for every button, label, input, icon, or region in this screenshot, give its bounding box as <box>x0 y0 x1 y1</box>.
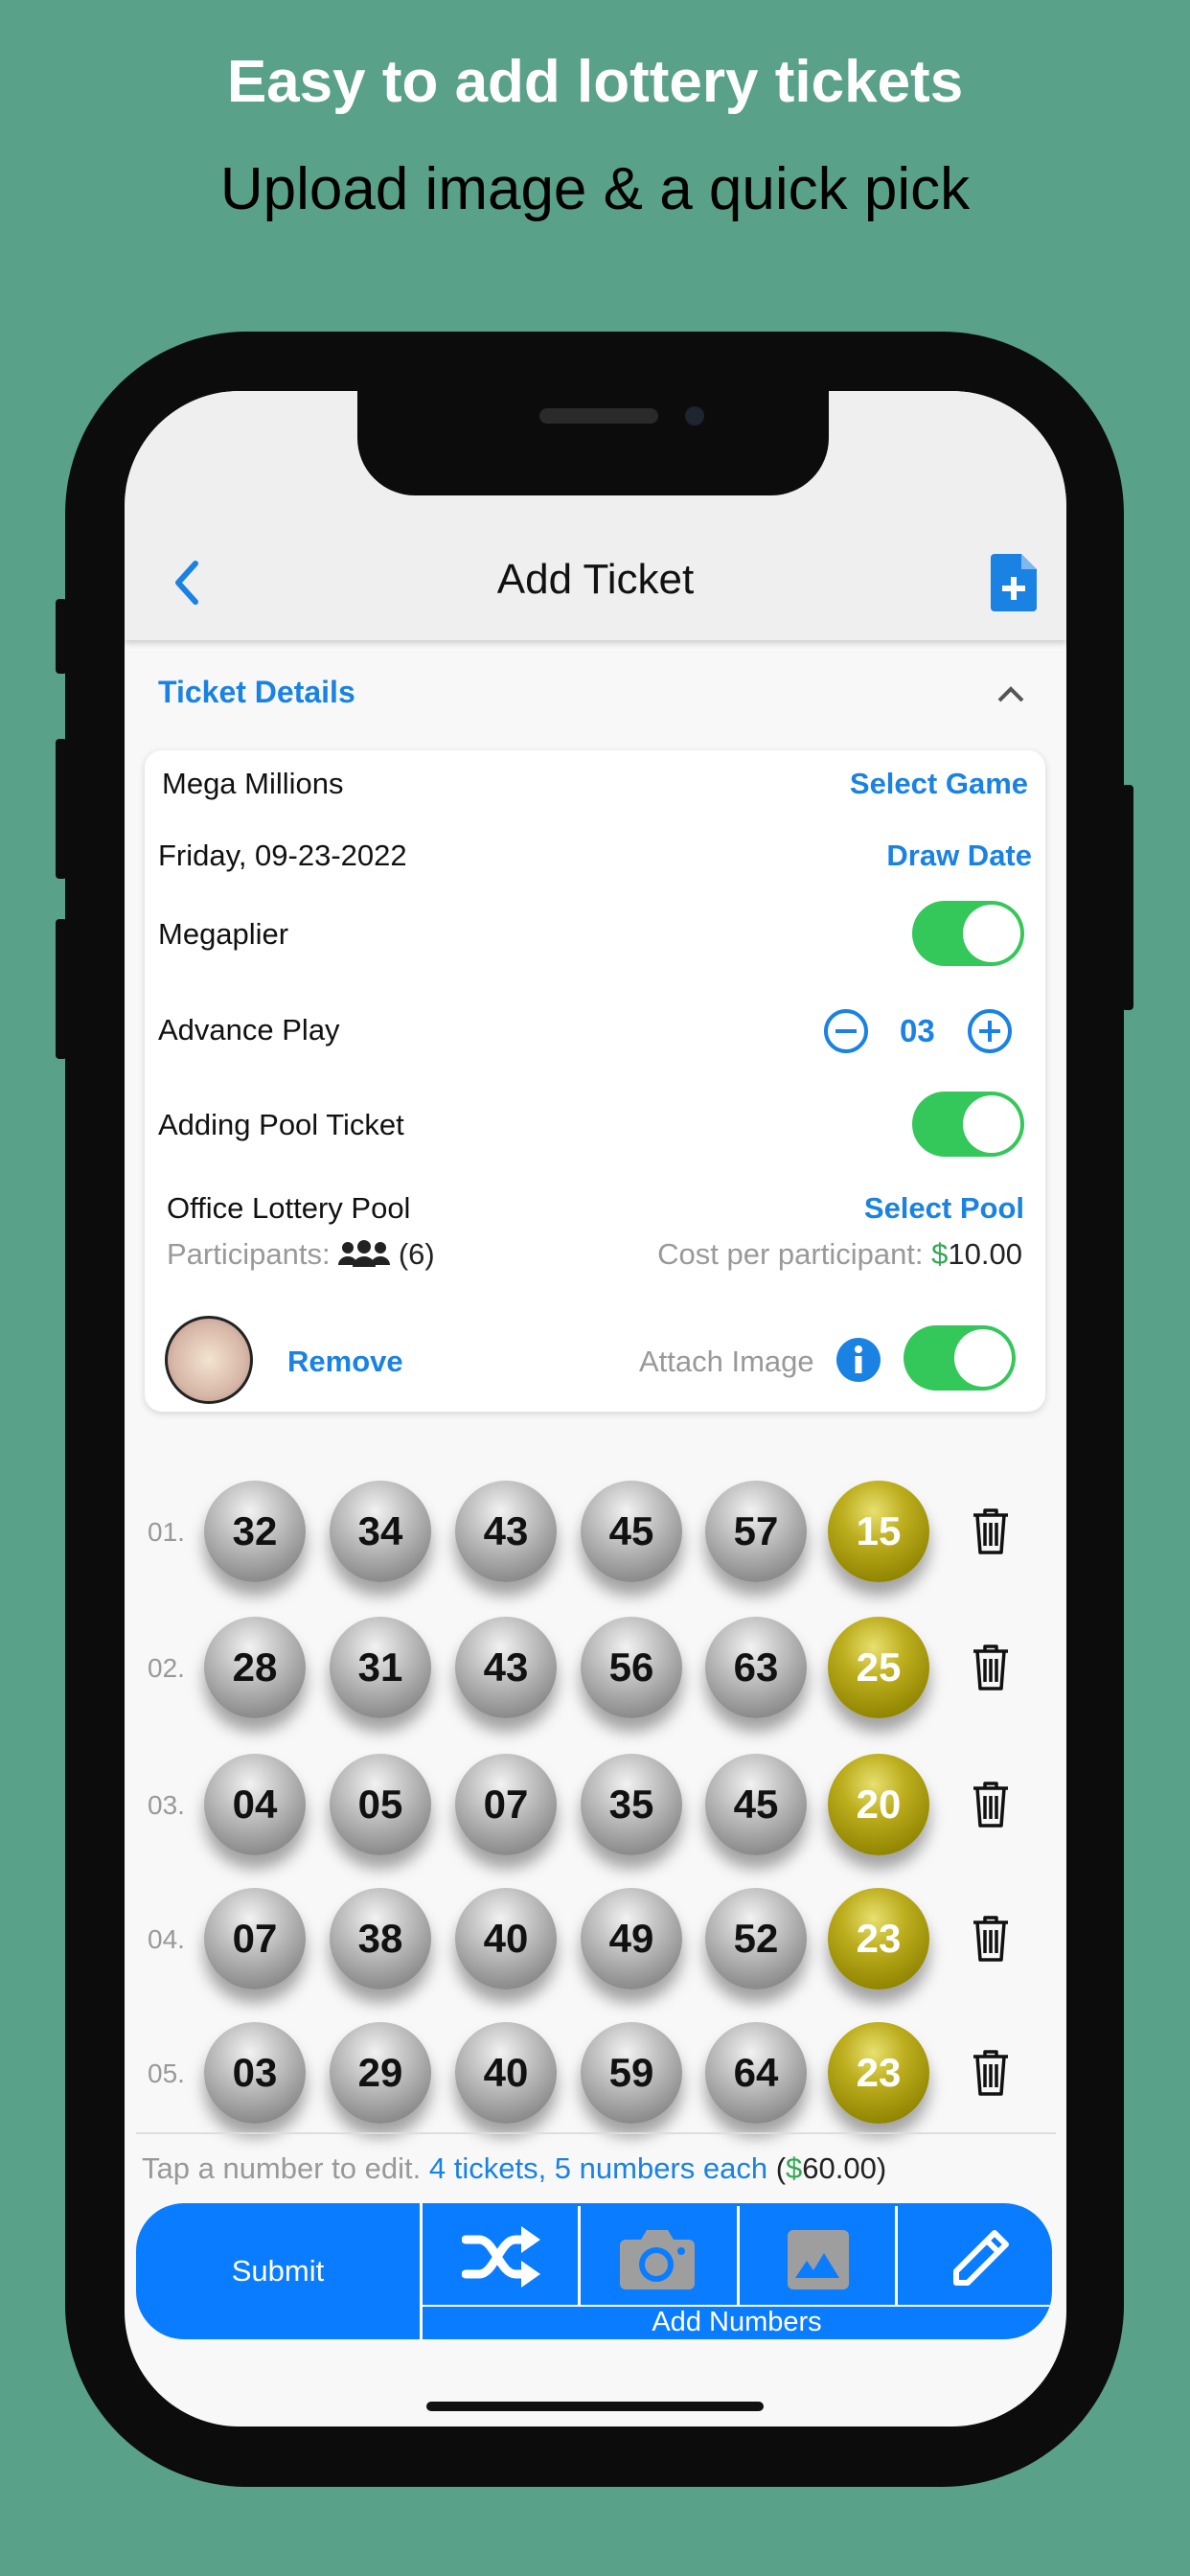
remove-image-button[interactable]: Remove <box>287 1345 403 1379</box>
number-ball[interactable]: 31 <box>330 1617 431 1718</box>
number-ball[interactable]: 32 <box>204 1481 306 1582</box>
number-ball[interactable]: 45 <box>705 1754 807 1855</box>
phone-notch <box>357 391 829 495</box>
number-ball[interactable]: 56 <box>581 1617 682 1718</box>
number-ball[interactable]: 40 <box>455 2022 557 2124</box>
draw-date-button[interactable]: Draw Date <box>886 839 1032 873</box>
number-ball[interactable]: 64 <box>705 2022 807 2124</box>
section-title: Ticket Details <box>158 675 355 709</box>
ticket-row-number: 04. <box>148 1924 185 1954</box>
pool-name: Office Lottery Pool <box>167 1191 411 1225</box>
document-add-icon[interactable] <box>991 554 1037 611</box>
trash-icon[interactable] <box>972 1781 1010 1828</box>
camera-icon[interactable] <box>618 2228 697 2291</box>
ticket-details-card: Mega Millions Select Game Friday, 09-23-… <box>145 750 1045 1412</box>
megaplier-toggle[interactable] <box>912 901 1024 966</box>
front-camera <box>685 406 704 426</box>
participants-label: Participants: <box>167 1237 331 1271</box>
chevron-up-icon[interactable] <box>996 684 1025 703</box>
cost-row: Cost per participant: $10.00 <box>657 1237 1022 1272</box>
footer-summary: Tap a number to edit. 4 tickets, 5 numbe… <box>142 2151 886 2186</box>
draw-date-value: Friday, 09-23-2022 <box>158 839 407 872</box>
number-ball[interactable]: 57 <box>705 1481 807 1582</box>
minus-circle-icon[interactable] <box>823 1008 869 1054</box>
subheadline: Upload image & a quick pick <box>219 156 971 222</box>
divider <box>895 2206 898 2305</box>
advance-play-label: Advance Play <box>158 1013 340 1046</box>
pencil-icon[interactable] <box>949 2229 1010 2290</box>
number-ball[interactable]: 52 <box>705 1888 807 1990</box>
info-icon[interactable] <box>836 1338 881 1382</box>
divider <box>737 2206 740 2305</box>
ticket-row-number: 03. <box>148 1790 185 1820</box>
plus-circle-icon[interactable] <box>967 1008 1013 1054</box>
number-ball[interactable]: 35 <box>581 1754 682 1855</box>
number-ball[interactable]: 63 <box>705 1617 807 1718</box>
trash-icon[interactable] <box>972 1507 1010 1555</box>
pool-ticket-label: Adding Pool Ticket <box>158 1108 404 1141</box>
action-bar: Submit Add Numbers <box>136 2203 1052 2339</box>
mega-ball[interactable]: 23 <box>828 2022 929 2124</box>
trash-icon[interactable] <box>972 1644 1010 1691</box>
number-ball[interactable]: 40 <box>455 1888 557 1990</box>
number-ball[interactable]: 43 <box>455 1617 557 1718</box>
number-ball[interactable]: 04 <box>204 1754 306 1855</box>
number-ball[interactable]: 45 <box>581 1481 682 1582</box>
number-ball[interactable]: 05 <box>330 1754 431 1855</box>
number-ball[interactable]: 07 <box>455 1754 557 1855</box>
edit-hint: Tap a number to edit. <box>142 2151 422 2185</box>
participants-count: (6) <box>398 1237 435 1271</box>
ticket-image-thumbnail[interactable] <box>165 1316 253 1404</box>
select-game-button[interactable]: Select Game <box>850 767 1028 801</box>
ticket-row-number: 01. <box>148 1517 185 1547</box>
pool-ticket-toggle[interactable] <box>912 1092 1024 1157</box>
image-gallery-icon[interactable] <box>788 2230 849 2289</box>
trash-icon[interactable] <box>972 2049 1010 2097</box>
number-ball[interactable]: 03 <box>204 2022 306 2124</box>
number-ball[interactable]: 43 <box>455 1481 557 1582</box>
game-name: Mega Millions <box>162 767 344 800</box>
divider <box>578 2206 581 2305</box>
total-cost: 60.00 <box>802 2151 877 2185</box>
mega-ball[interactable]: 20 <box>828 1754 929 1855</box>
mega-ball[interactable]: 23 <box>828 1888 929 1990</box>
paren-open: ( <box>775 2151 787 2185</box>
app-screen: Add Ticket Ticket Details Mega Millions … <box>125 391 1066 2426</box>
number-ball[interactable]: 38 <box>330 1888 431 1990</box>
megaplier-label: Megaplier <box>158 917 289 951</box>
number-ball[interactable]: 59 <box>581 2022 682 2124</box>
headline: Easy to add lottery tickets <box>226 49 964 115</box>
speaker-grille <box>539 408 658 424</box>
submit-button[interactable]: Submit <box>136 2203 420 2339</box>
number-ball[interactable]: 29 <box>330 2022 431 2124</box>
ticket-row-number: 05. <box>148 2058 185 2088</box>
divider <box>136 2132 1056 2134</box>
add-numbers-label: Add Numbers <box>652 2307 822 2337</box>
ticket-count-summary: 4 tickets, 5 numbers each <box>428 2151 768 2185</box>
attach-image-label: Attach Image <box>639 1345 814 1378</box>
cost-currency: $ <box>931 1237 949 1271</box>
advance-play-value: 03 <box>900 1013 935 1048</box>
number-ball[interactable]: 34 <box>330 1481 431 1582</box>
page-title: Add Ticket <box>496 556 695 603</box>
users-icon <box>338 1240 391 1267</box>
number-ball[interactable]: 49 <box>581 1888 682 1990</box>
cost-value: 10.00 <box>948 1237 1022 1271</box>
mega-ball[interactable]: 25 <box>828 1617 929 1718</box>
number-ball[interactable]: 28 <box>204 1617 306 1718</box>
home-indicator <box>426 2402 764 2411</box>
participants-row: Participants: (6) <box>167 1237 435 1272</box>
mega-ball[interactable]: 15 <box>828 1481 929 1582</box>
total-currency: $ <box>786 2151 803 2185</box>
paren-close: ) <box>876 2151 887 2185</box>
select-pool-button[interactable]: Select Pool <box>864 1191 1024 1226</box>
ticket-row-number: 02. <box>148 1653 185 1683</box>
cost-label: Cost per participant: <box>657 1237 924 1271</box>
shuffle-icon[interactable] <box>462 2226 542 2288</box>
trash-icon[interactable] <box>972 1915 1010 1963</box>
number-ball[interactable]: 07 <box>204 1888 306 1990</box>
attach-image-toggle[interactable] <box>904 1325 1016 1391</box>
